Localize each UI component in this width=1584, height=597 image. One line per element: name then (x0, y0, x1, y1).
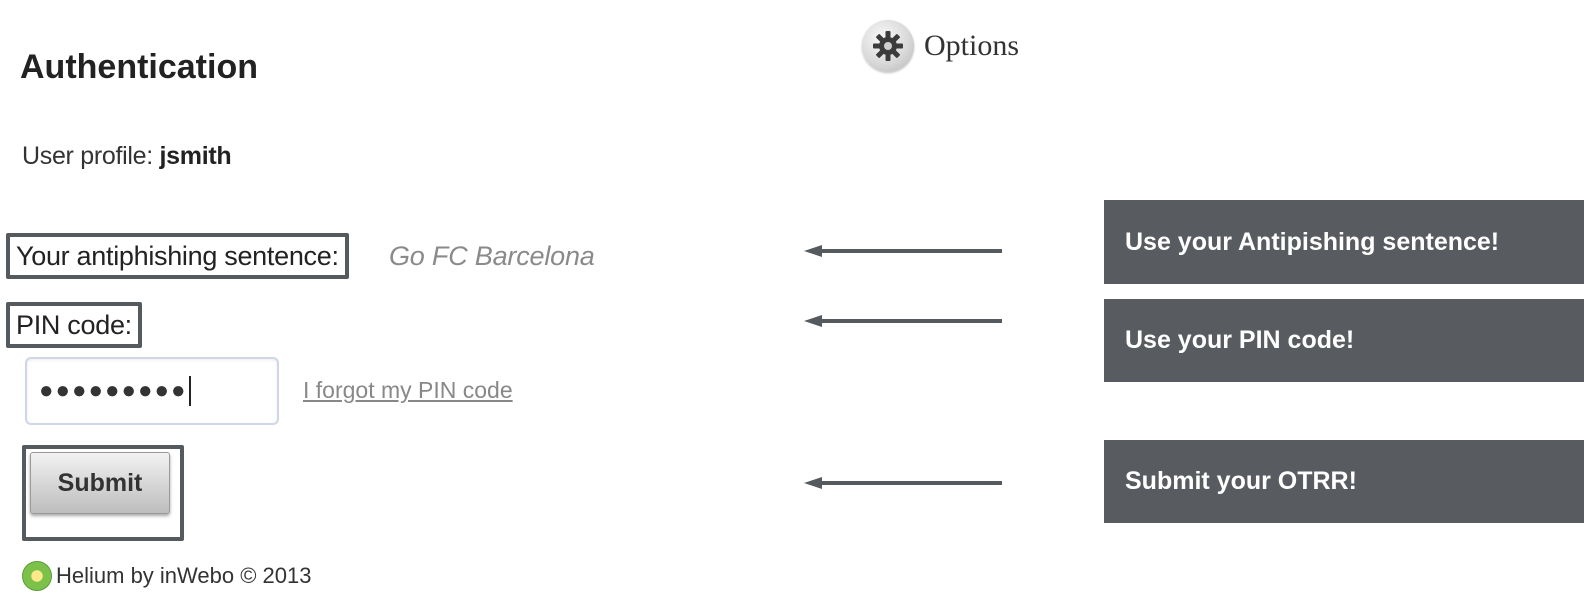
text-caret (189, 376, 192, 406)
helium-logo-icon (22, 561, 52, 591)
callout-submit: Submit your OTRR! (1104, 440, 1584, 523)
callout-antiphishing: Use your Antipishing sentence! (1104, 200, 1584, 284)
footer: Helium by inWebo © 2013 (22, 561, 312, 591)
user-profile-label: User profile: (22, 142, 153, 170)
arrow-left-icon (804, 315, 1002, 327)
options-label: Options (924, 29, 1020, 62)
gear-icon (862, 20, 914, 72)
forgot-pin-link[interactable]: I forgot my PIN code (303, 377, 513, 404)
submit-button[interactable]: Submit (30, 452, 170, 514)
footer-text: Helium by inWebo © 2013 (56, 563, 312, 588)
antiphishing-label: Your antiphishing sentence: (6, 233, 349, 279)
arrow-left-icon (804, 245, 1002, 257)
pin-code-label: PIN code: (6, 302, 142, 348)
pin-code-value: ●●●●●●●●● (39, 377, 188, 404)
user-profile: User profile: jsmith (22, 142, 232, 171)
callout-pin-code: Use your PIN code! (1104, 299, 1584, 382)
page-title: Authentication (20, 48, 258, 86)
antiphishing-sentence: Go FC Barcelona (389, 241, 595, 271)
pin-code-input[interactable]: ●●●●●●●●● (25, 357, 279, 425)
options-menu[interactable]: Options (862, 20, 1019, 72)
arrow-left-icon (804, 477, 1002, 489)
user-profile-name: jsmith (159, 142, 232, 170)
